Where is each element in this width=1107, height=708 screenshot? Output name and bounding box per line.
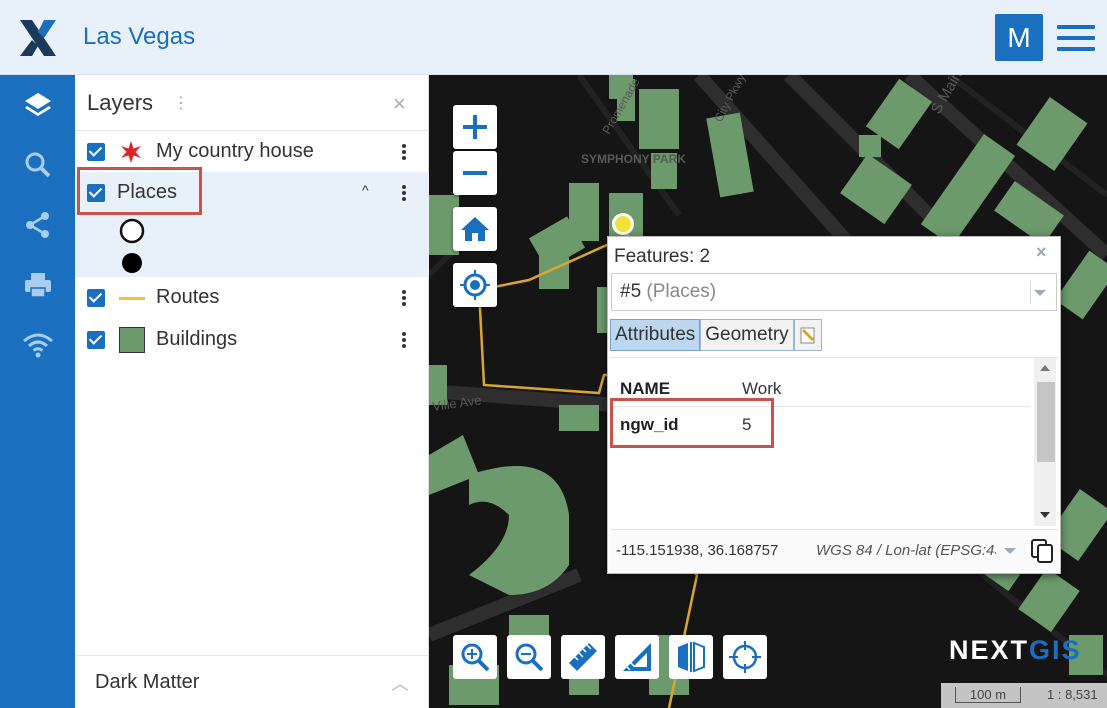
- print-icon[interactable]: [0, 255, 75, 315]
- swipe-compare-icon[interactable]: [669, 635, 713, 679]
- measure-distance-icon[interactable]: [561, 635, 605, 679]
- share-icon[interactable]: [0, 195, 75, 255]
- nextgis-logo[interactable]: [18, 18, 58, 58]
- layer-checkbox[interactable]: [87, 331, 105, 349]
- coordinates-value: -115.151938, 36.168757: [616, 542, 779, 559]
- menu-icon[interactable]: [1057, 25, 1095, 51]
- highlight-box-places: [77, 167, 202, 215]
- map-label: SYMPHONY PARK: [581, 152, 686, 166]
- scroll-down-icon[interactable]: [1040, 512, 1050, 518]
- polygon-icon: [119, 327, 145, 353]
- coordinates-bar: -115.151938, 36.168757 WGS 84 / Lon-lat …: [610, 529, 1058, 571]
- wifi-icon[interactable]: [0, 315, 75, 375]
- edit-feature-icon[interactable]: [793, 319, 822, 351]
- scroll-up-icon[interactable]: [1040, 365, 1050, 371]
- feature-identify-popup: Features: 2 × #5 (Places) Attributes Geo…: [607, 236, 1061, 574]
- layer-menu-icon[interactable]: [402, 144, 406, 162]
- copy-icon[interactable]: [1030, 538, 1054, 564]
- app-title: Las Vegas: [83, 23, 196, 50]
- layer-checkbox[interactable]: [87, 289, 105, 307]
- user-avatar-button[interactable]: M: [995, 14, 1043, 61]
- layer-label: My country house: [156, 140, 314, 162]
- app-header: Las Vegas M: [0, 0, 1107, 75]
- chevron-up-icon[interactable]: ︿: [391, 670, 409, 696]
- panel-title: Layers: [87, 90, 154, 115]
- close-icon[interactable]: ×: [393, 91, 406, 117]
- layer-menu-icon[interactable]: [402, 185, 406, 203]
- layers-panel: Layers ⋮ × My country house Places ^ Rou…: [75, 75, 429, 708]
- chevron-down-icon[interactable]: [1004, 548, 1016, 554]
- nextgis-brand-logo: NEXTGIS: [949, 635, 1082, 665]
- chevron-down-icon[interactable]: [1034, 290, 1046, 296]
- feature-layer: (Places): [646, 281, 717, 302]
- identify-crosshair-icon[interactable]: [723, 635, 767, 679]
- zoom-out-button[interactable]: [453, 151, 497, 195]
- left-rail: [0, 75, 75, 708]
- zoom-out-tool-button[interactable]: [507, 635, 551, 679]
- attributes-table: NAME Work ngw_id 5: [610, 357, 1058, 526]
- highlight-box-ngw-id: [610, 398, 774, 448]
- popup-title: Features: 2: [614, 246, 711, 267]
- layer-menu-icon[interactable]: [402, 290, 406, 308]
- filled-circle-icon: [122, 253, 142, 273]
- feature-select[interactable]: #5 (Places): [611, 273, 1057, 311]
- scrollbar[interactable]: [1034, 358, 1056, 526]
- popup-tabs: Attributes Geometry: [610, 319, 822, 353]
- zoom-in-tool-button[interactable]: [453, 635, 497, 679]
- collapse-chevron-icon[interactable]: ^: [362, 182, 369, 198]
- layers-icon[interactable]: [0, 75, 75, 135]
- layer-menu-icon[interactable]: [402, 332, 406, 350]
- zoom-in-button[interactable]: [453, 105, 497, 149]
- tab-geometry[interactable]: Geometry: [700, 319, 794, 351]
- projection-select[interactable]: WGS 84 / Lon-lat (EPSG:4326): [816, 542, 996, 559]
- measure-area-icon[interactable]: [615, 635, 659, 679]
- tab-attributes[interactable]: Attributes: [610, 319, 701, 351]
- search-icon[interactable]: [0, 135, 75, 195]
- layer-checkbox[interactable]: [87, 143, 105, 161]
- hollow-circle-icon: [119, 218, 145, 244]
- close-icon[interactable]: ×: [1036, 242, 1047, 263]
- red-star-icon: [121, 141, 141, 163]
- line-icon: [119, 297, 145, 300]
- panel-menu-icon[interactable]: ⋮: [173, 93, 189, 113]
- layer-label: Buildings: [156, 328, 238, 350]
- basemap-label: Dark Matter: [95, 671, 200, 693]
- scroll-thumb[interactable]: [1037, 382, 1055, 462]
- basemap-selector[interactable]: Dark Matter ︿: [75, 655, 429, 708]
- scale-bar: 100 m 1 : 8,531: [941, 683, 1107, 708]
- layer-label: Routes: [156, 286, 220, 308]
- locate-button[interactable]: [453, 263, 497, 307]
- home-button[interactable]: [453, 207, 497, 251]
- feature-id: #5: [620, 281, 642, 302]
- layer-row-routes[interactable]: Routes: [75, 277, 429, 319]
- layer-row-buildings[interactable]: Buildings: [75, 319, 429, 361]
